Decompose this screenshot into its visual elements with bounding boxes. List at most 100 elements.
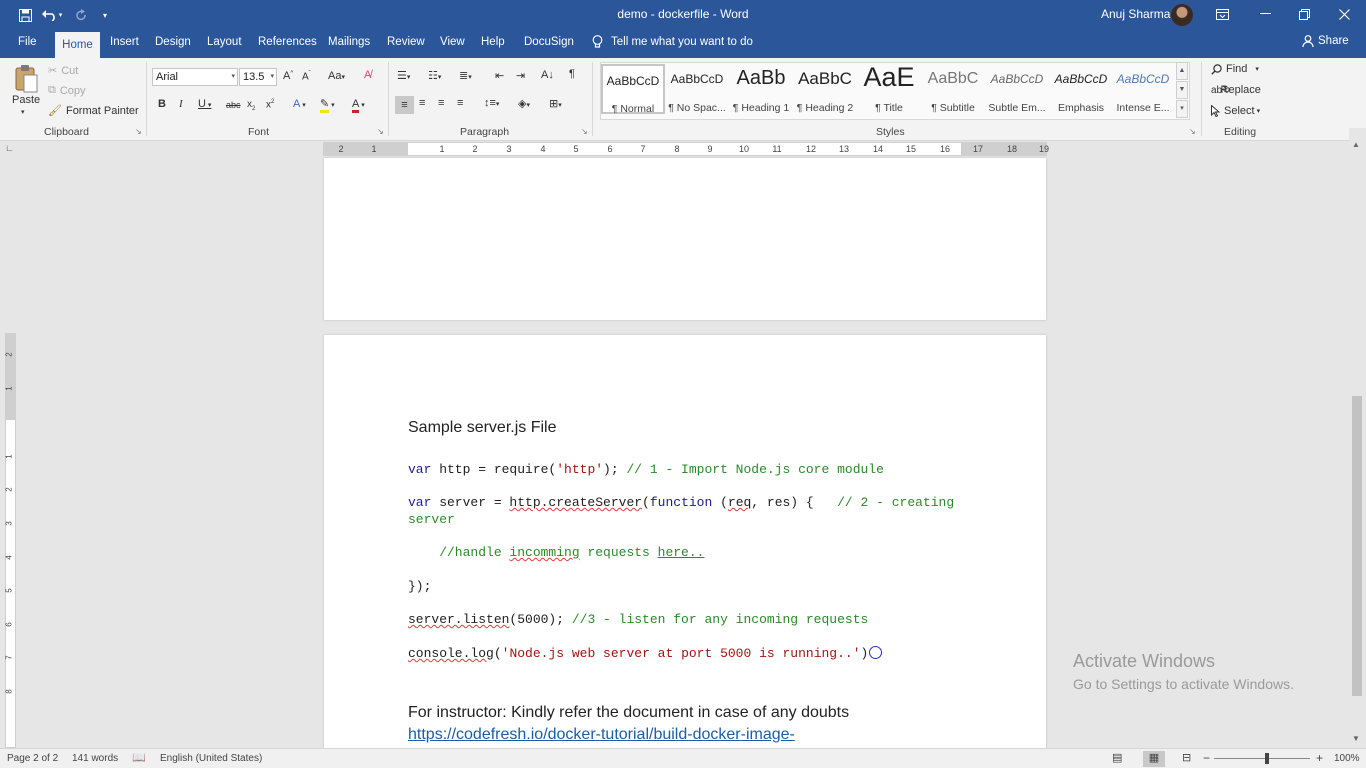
tab-docusign[interactable]: DocuSign <box>524 36 574 48</box>
zoom-slider-thumb[interactable] <box>1265 753 1269 764</box>
style-intense-emphasis[interactable]: AaBbCcD Intense E... <box>1112 64 1174 114</box>
bullets-icon[interactable]: ☰▾ <box>397 69 410 82</box>
code-line-4[interactable]: }); <box>408 579 431 594</box>
copy-button[interactable]: ⧉ Copy <box>48 84 86 97</box>
underline-icon[interactable]: U ▾ <box>198 98 211 110</box>
find-button[interactable]: Find ▾ <box>1211 63 1259 75</box>
clear-formatting-icon[interactable]: A̸ <box>364 69 371 81</box>
style-heading-1[interactable]: AaBb ¶ Heading 1 <box>729 64 793 114</box>
strikethrough-icon[interactable]: abc <box>226 100 241 110</box>
proofing-icon[interactable]: 📖 <box>132 751 146 764</box>
share-button[interactable]: Share <box>1302 35 1349 47</box>
multilevel-list-icon[interactable]: ≣▾ <box>459 69 472 82</box>
minimize-icon[interactable] <box>1253 4 1277 24</box>
style-subtle-emphasis[interactable]: AaBbCcD Subtle Em... <box>985 64 1049 114</box>
document-heading[interactable]: Sample server.js File <box>408 419 557 437</box>
tab-insert[interactable]: Insert <box>110 36 139 48</box>
sort-icon[interactable]: A↓ <box>541 69 554 81</box>
superscript-icon[interactable]: x2 <box>266 99 274 110</box>
tutorial-link[interactable]: https://codefresh.io/docker-tutorial/bui… <box>408 726 795 744</box>
tab-layout[interactable]: Layout <box>207 36 242 48</box>
zoom-level[interactable]: 100% <box>1334 753 1360 764</box>
highlight-color-icon[interactable]: ✎ ▾ <box>320 97 335 113</box>
subscript-icon[interactable]: x2 <box>247 99 255 112</box>
avatar[interactable] <box>1171 4 1193 26</box>
font-family-select[interactable]: Arial ▾ <box>152 68 238 86</box>
clipboard-launcher-icon[interactable]: ↘ <box>135 127 142 136</box>
scroll-down-icon[interactable]: ▼ <box>1352 734 1360 743</box>
code-line-2[interactable]: var server = http.createServer(function … <box>408 495 954 510</box>
numbering-icon[interactable]: ☷▾ <box>428 69 441 82</box>
grow-font-icon[interactable]: A^ <box>283 70 293 82</box>
replace-button[interactable]: ab↻ Replace <box>1211 84 1261 96</box>
paragraph-launcher-icon[interactable]: ↘ <box>581 127 588 136</box>
web-layout-icon[interactable]: ⊟ <box>1182 751 1191 764</box>
line-spacing-icon[interactable]: ↕≡▾ <box>484 97 499 109</box>
code-line-5[interactable]: server.listen(5000); //3 - listen for an… <box>408 612 868 627</box>
italic-icon[interactable]: I <box>179 98 183 110</box>
tab-selector-icon[interactable]: ∟ <box>5 143 17 155</box>
code-line-2-continuation[interactable]: server <box>408 512 455 527</box>
style-normal[interactable]: AaBbCcD ¶ Normal <box>601 64 665 115</box>
tell-me-search[interactable]: Tell me what you want to do <box>592 35 753 49</box>
page-count[interactable]: Page 2 of 2 <box>7 753 58 764</box>
shading-icon[interactable]: ◈▾ <box>518 97 530 110</box>
tab-design[interactable]: Design <box>155 36 191 48</box>
font-size-select[interactable]: 13.5 ▾ <box>239 68 277 86</box>
text-effects-icon[interactable]: A ▾ <box>293 98 306 110</box>
scroll-up-icon[interactable]: ▲ <box>1352 140 1360 149</box>
tab-help[interactable]: Help <box>481 36 505 48</box>
borders-icon[interactable]: ⊞▾ <box>549 97 562 110</box>
style-heading-2[interactable]: AaBbC ¶ Heading 2 <box>793 64 857 114</box>
select-button[interactable]: Select ▾ <box>1211 105 1260 117</box>
page-1[interactable] <box>324 158 1046 320</box>
bold-icon[interactable]: B <box>158 98 166 110</box>
zoom-slider[interactable] <box>1214 758 1310 759</box>
vertical-scrollbar[interactable]: ▲ ▼ <box>1349 128 1366 748</box>
tab-review[interactable]: Review <box>387 36 425 48</box>
restore-icon[interactable] <box>1292 4 1316 24</box>
tab-home[interactable]: Home <box>55 32 100 58</box>
code-line-1[interactable]: var http = require('http'); // 1 - Impor… <box>408 462 884 477</box>
justify-icon[interactable]: ≡ <box>457 97 463 109</box>
language[interactable]: English (United States) <box>160 753 262 764</box>
ribbon-display-options-icon[interactable] <box>1210 4 1234 24</box>
read-mode-icon[interactable]: ▤ <box>1112 751 1122 764</box>
tab-file[interactable]: File <box>18 36 37 48</box>
styles-launcher-icon[interactable]: ↘ <box>1189 127 1196 136</box>
decrease-indent-icon[interactable]: ⇤ <box>495 69 504 82</box>
cut-button[interactable]: ✂ Cut <box>48 64 78 78</box>
style-subtitle[interactable]: AaBbC ¶ Subtitle <box>921 64 985 114</box>
tab-view[interactable]: View <box>440 36 465 48</box>
align-right-icon[interactable]: ≡ <box>438 97 444 109</box>
style-title[interactable]: AaE ¶ Title <box>857 62 921 114</box>
user-name[interactable]: Anuj Sharma <box>1101 7 1170 21</box>
style-no-spacing[interactable]: AaBbCcD ¶ No Spac... <box>665 64 729 114</box>
instructor-note[interactable]: For instructor: Kindly refer the documen… <box>408 704 849 722</box>
close-icon[interactable] <box>1332 4 1356 24</box>
horizontal-ruler[interactable]: 2 1 1 2 3 4 5 6 7 8 9 10 11 12 13 14 15 … <box>323 142 1049 156</box>
shrink-font-icon[interactable]: Aˇ <box>302 71 311 82</box>
tab-references[interactable]: References <box>258 36 317 48</box>
font-color-icon[interactable]: A ▾ <box>352 98 365 113</box>
change-case-icon[interactable]: Aa▾ <box>328 70 345 82</box>
styles-scroll-up-icon[interactable]: ▲ <box>1176 62 1188 80</box>
increase-indent-icon[interactable]: ⇥ <box>516 69 525 82</box>
font-launcher-icon[interactable]: ↘ <box>377 127 384 136</box>
styles-scroll-down-icon[interactable]: ▼ <box>1176 81 1188 99</box>
tab-mailings[interactable]: Mailings <box>328 36 370 48</box>
vertical-ruler[interactable]: 2 1 1 2 3 4 5 6 7 8 <box>5 333 16 748</box>
code-line-3[interactable]: //handle incomming requests here.. <box>408 545 704 560</box>
zoom-out-icon[interactable]: − <box>1203 751 1210 765</box>
page-2[interactable]: Sample server.js File var http = require… <box>324 335 1046 748</box>
align-left-icon[interactable]: ≡ <box>395 96 414 114</box>
format-painter-button[interactable]: 🖌 Format Painter <box>48 104 139 118</box>
show-formatting-marks-icon[interactable]: ¶ <box>569 68 575 80</box>
zoom-in-icon[interactable]: + <box>1316 751 1323 765</box>
word-count[interactable]: 141 words <box>72 753 118 764</box>
style-emphasis[interactable]: AaBbCcD Emphasis <box>1049 64 1113 114</box>
styles-more-icon[interactable]: ▾ <box>1176 100 1188 118</box>
code-line-6[interactable]: console.log('Node.js web server at port … <box>408 646 883 661</box>
align-center-icon[interactable]: ≡ <box>419 97 425 109</box>
print-layout-icon[interactable]: ▦ <box>1143 751 1165 767</box>
